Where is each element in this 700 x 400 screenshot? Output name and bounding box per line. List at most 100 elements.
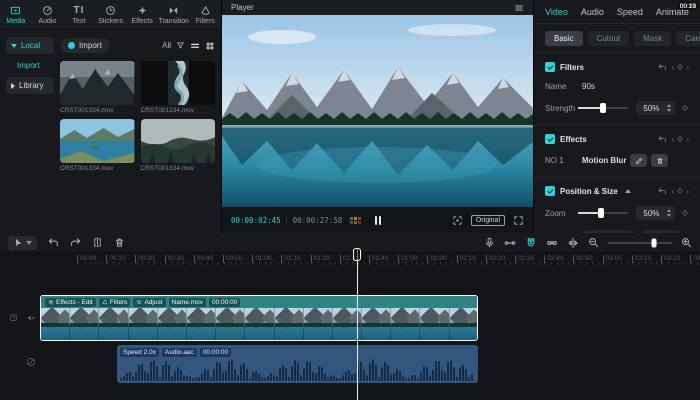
waveform-bar [360,362,362,381]
waveform-bar [234,368,236,381]
scopes-icon[interactable] [350,216,362,224]
focus-fit-icon[interactable] [452,215,463,226]
inspector-subtabs: Basic Cutout Mask Canvas [534,24,700,53]
audio-track-mute-icon[interactable] [26,357,36,367]
sidebar-item-local[interactable]: Local [6,37,54,54]
record-voiceover-button[interactable] [484,237,495,248]
ruler-tick: 03:30 [690,255,700,263]
filmstrip-frame [186,308,217,340]
waveform-bar [312,371,314,381]
ruler-tick: 01:00 [252,255,271,263]
waveform-bar [231,360,233,381]
filmstrip-frame [303,308,333,340]
redo-button[interactable] [70,237,81,248]
video-preview[interactable] [222,15,533,207]
undo-button[interactable] [48,237,59,248]
ribbon-tab-media[interactable]: Media [0,0,32,29]
keyframe-icon[interactable]: ‹ › [672,63,689,72]
import-button[interactable]: Import [60,38,110,53]
media-clip-card[interactable]: 00:39 CRST001334.mov [140,3,696,114]
filter-all-dropdown[interactable]: All [162,41,171,50]
clip-start-badge: 00:00:00 [208,297,241,307]
reset-icon[interactable] [658,135,667,144]
link-clips-button[interactable] [546,237,558,249]
filter-name-value[interactable]: 90s [582,82,595,91]
grid-view-icon[interactable] [205,41,215,51]
waveform-bar [249,377,251,381]
delete-effect-button[interactable] [651,154,669,167]
mirror-split-button[interactable] [567,237,579,249]
filters-checkbox[interactable] [545,62,555,72]
keyframe-icon[interactable]: ‹ › [672,135,689,144]
text-icon: TI [73,4,85,16]
split-button[interactable] [92,237,103,248]
reset-icon[interactable] [658,187,667,196]
strength-value-box[interactable]: 50% [635,101,676,115]
keyframe-icon[interactable] [681,104,689,112]
stepper-icon[interactable] [667,104,675,112]
ribbon-tab-text[interactable]: TI Text [63,0,95,29]
sidebar-item-library[interactable]: Library [6,77,54,94]
media-clip-card[interactable]: 00:15 CRST001334.mov [140,3,696,172]
audio-clip[interactable]: Speed 2.0x Audio.aac 00:00:00 [117,345,478,383]
subtab-mask[interactable]: Mask [634,31,672,46]
media-clip-card[interactable]: 03:21 CRST001334.mov [60,3,696,114]
media-clip-card[interactable]: 00:19 CRST001334.mov [60,3,696,172]
inspector-tabs: Video Audio Speed Animate Adjust [534,0,700,24]
effects-checkbox[interactable] [545,134,555,144]
zoom-value-box[interactable]: 50% [635,206,676,220]
reset-icon[interactable] [658,63,667,72]
magnet-snap-button[interactable] [525,237,537,249]
timeline-zoom-out-button[interactable] [588,237,599,248]
collapse-icon[interactable] [624,189,631,193]
video-clip[interactable]: Effects - Edit Filters Adjust Name.mov 0… [40,295,478,341]
audio-start-badge: 00:00:00 [199,347,232,357]
waveform-bar [438,361,440,381]
waveform-bar [333,375,335,381]
timeline-zoom-slider[interactable] [608,238,672,247]
clip-thumbnail [140,61,215,105]
ribbon-tab-filters[interactable]: Filters [189,0,221,29]
track-cover-icon[interactable] [9,313,18,322]
player-menu-icon[interactable] [514,3,524,13]
fullscreen-icon[interactable] [513,215,524,226]
strength-slider[interactable] [577,103,628,113]
waveform-bar [402,375,404,381]
sidebar-item-import[interactable]: Import [6,61,54,70]
waveform-bar [153,359,155,381]
keyframe-icon[interactable] [681,209,689,217]
subtab-basic[interactable]: Basic [545,31,583,46]
tab-audio[interactable]: Audio [581,7,604,17]
timeline-zoom-in-button[interactable] [681,237,692,248]
ribbon-tab-audio[interactable]: Audio [32,0,64,29]
original-quality-button[interactable]: Original [470,214,505,226]
delete-button[interactable] [114,237,125,248]
waveform-bar [201,372,203,381]
select-tool-button[interactable] [8,235,37,250]
subtab-cutout[interactable]: Cutout [587,31,630,46]
ribbon-tab-stickers[interactable]: Stickers [95,0,127,29]
ribbon-tab-effects[interactable]: Effects [126,0,158,29]
track-mute-icon[interactable] [26,313,36,323]
playhead-handle[interactable] [353,248,361,261]
position-checkbox[interactable] [545,186,555,196]
zoom-slider[interactable] [577,208,628,218]
waveform-bar [129,372,131,381]
ribbon-tab-transition[interactable]: Transition [158,0,190,29]
sort-filter-icon[interactable] [176,41,185,50]
pause-button[interactable] [374,215,381,225]
subtab-canvas[interactable]: Canvas [676,31,700,46]
waveform-bar [330,374,332,381]
list-view-icon[interactable] [190,41,200,51]
keyframe-icon[interactable]: ‹ › [672,187,689,196]
waveform-bar [348,369,350,381]
edit-effect-button[interactable] [630,154,648,167]
filters-icon [200,5,211,16]
keyframe-pair-icon[interactable] [504,237,516,249]
waveform-bar [297,363,299,381]
stepper-icon[interactable] [667,209,675,217]
timeline-ruler[interactable]: 00:00 00:10 00:20 00:30 00:40 00:50 01:00 01:10… [0,253,700,266]
tab-video[interactable]: Video [545,7,568,17]
playhead[interactable] [353,248,361,400]
tab-speed[interactable]: Speed [617,7,643,17]
